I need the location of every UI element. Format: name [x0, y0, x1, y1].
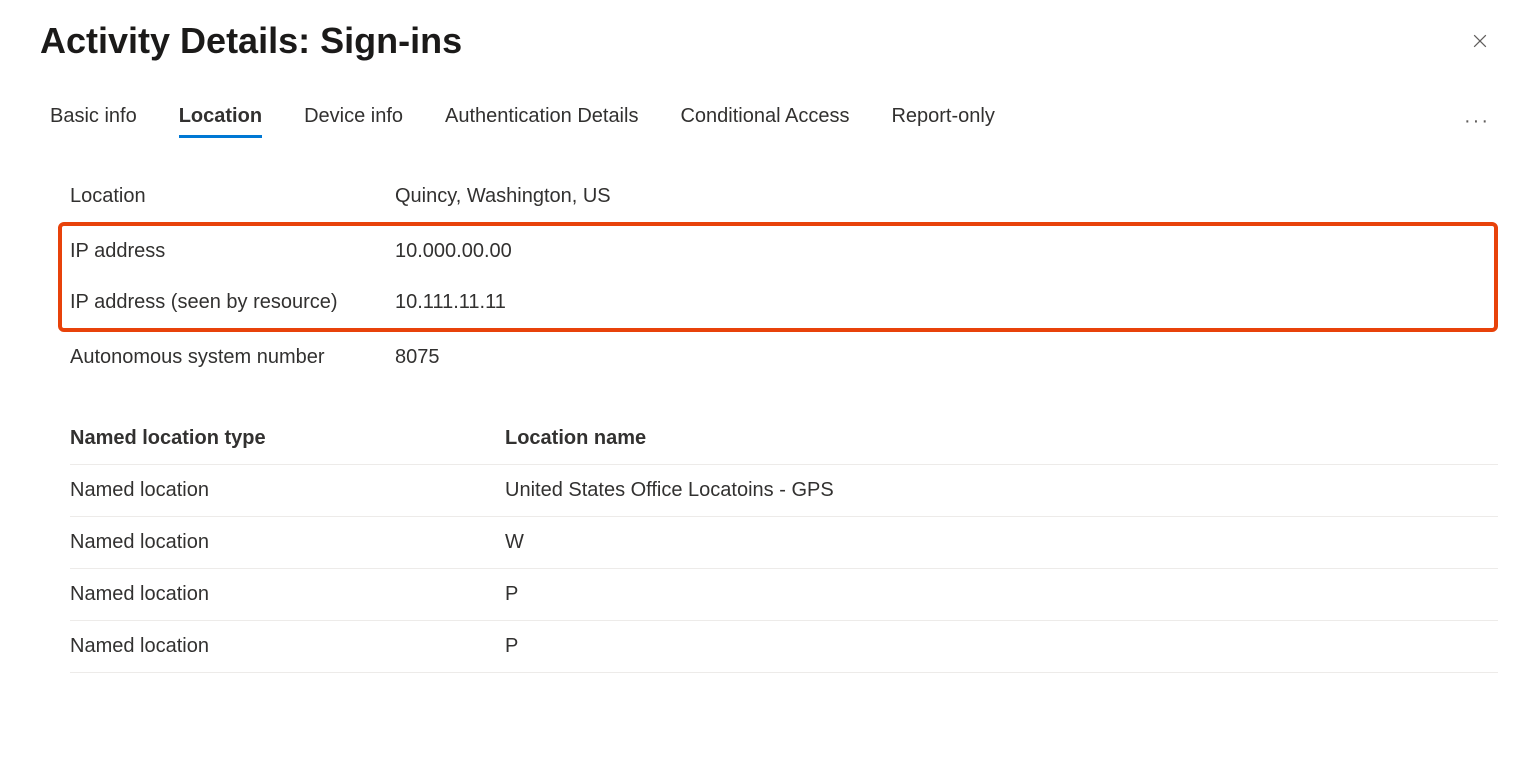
detail-row-location: Location Quincy, Washington, US: [70, 171, 1498, 222]
tab-location[interactable]: Location: [179, 105, 262, 138]
named-locations-table-section: Named location type Location name Named …: [40, 413, 1498, 673]
tab-basic-info[interactable]: Basic info: [50, 105, 137, 138]
detail-label: Autonomous system number: [70, 346, 395, 369]
table-row[interactable]: Named location W: [70, 517, 1498, 569]
detail-label: Location: [70, 185, 395, 208]
ellipsis-icon: ···: [1464, 110, 1490, 132]
table-header-name[interactable]: Location name: [505, 413, 1498, 465]
table-row[interactable]: Named location United States Office Loca…: [70, 465, 1498, 517]
table-row[interactable]: Named location P: [70, 569, 1498, 621]
table-row[interactable]: Named location P: [70, 621, 1498, 673]
detail-value: 10.000.00.00: [395, 240, 512, 263]
detail-row-ip-address: IP address 10.000.00.00: [70, 226, 1494, 277]
location-details: Location Quincy, Washington, US IP addre…: [40, 171, 1498, 383]
cell-name: P: [505, 621, 1498, 673]
detail-row-asn: Autonomous system number 8075: [70, 332, 1498, 383]
detail-value: 10.111.11.11: [395, 291, 506, 314]
close-button[interactable]: [1462, 23, 1498, 59]
detail-label: IP address (seen by resource): [70, 291, 395, 314]
cell-type: Named location: [70, 621, 505, 673]
detail-row-ip-address-resource: IP address (seen by resource) 10.111.11.…: [70, 277, 1494, 328]
cell-name: United States Office Locatoins - GPS: [505, 465, 1498, 517]
detail-value: Quincy, Washington, US: [395, 185, 611, 208]
tab-report-only[interactable]: Report-only: [891, 105, 994, 138]
highlighted-ip-section: IP address 10.000.00.00 IP address (seen…: [58, 222, 1498, 332]
tabs-container: Basic info Location Device info Authenti…: [50, 105, 995, 138]
detail-value: 8075: [395, 346, 440, 369]
cell-name: W: [505, 517, 1498, 569]
page-title: Activity Details: Sign-ins: [40, 20, 462, 62]
named-locations-table: Named location type Location name Named …: [70, 413, 1498, 673]
detail-label: IP address: [70, 240, 395, 263]
close-icon: [1470, 31, 1490, 51]
cell-name: P: [505, 569, 1498, 621]
cell-type: Named location: [70, 517, 505, 569]
tab-device-info[interactable]: Device info: [304, 105, 403, 138]
cell-type: Named location: [70, 569, 505, 621]
tab-conditional-access[interactable]: Conditional Access: [680, 105, 849, 138]
more-tabs-button[interactable]: ···: [1456, 102, 1498, 141]
table-header-type[interactable]: Named location type: [70, 413, 505, 465]
tab-authentication-details[interactable]: Authentication Details: [445, 105, 638, 138]
cell-type: Named location: [70, 465, 505, 517]
